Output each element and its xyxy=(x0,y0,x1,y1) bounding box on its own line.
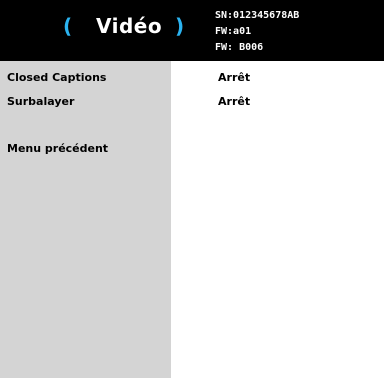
closed-captions-value[interactable]: Arrêt xyxy=(218,71,250,84)
title-left-paren: ( xyxy=(63,14,73,38)
device-info: SN:012345678AB FW:a01 FW: B006 xyxy=(215,8,299,56)
osd-screen: ( Vidéo ) SN:012345678AB FW:a01 FW: B006… xyxy=(0,0,384,378)
menu-item-surbalayer[interactable]: Surbalayer xyxy=(7,95,74,108)
menu-header: ( Vidéo ) SN:012345678AB FW:a01 FW: B006 xyxy=(0,0,384,61)
title-right-paren: ) xyxy=(175,14,185,38)
surbalayer-value[interactable]: Arrêt xyxy=(218,95,250,108)
firmware-a: FW:a01 xyxy=(215,26,252,37)
menu-title: Vidéo xyxy=(96,14,163,38)
menu-values-panel: Arrêt Arrêt xyxy=(171,61,384,378)
serial-number: SN:012345678AB xyxy=(215,10,300,21)
menu-item-back[interactable]: Menu précédent xyxy=(7,142,108,155)
menu-labels-panel: Closed Captions Surbalayer Menu précéden… xyxy=(0,61,171,378)
menu-item-closed-captions[interactable]: Closed Captions xyxy=(7,71,106,84)
firmware-b: FW: B006 xyxy=(215,42,264,53)
